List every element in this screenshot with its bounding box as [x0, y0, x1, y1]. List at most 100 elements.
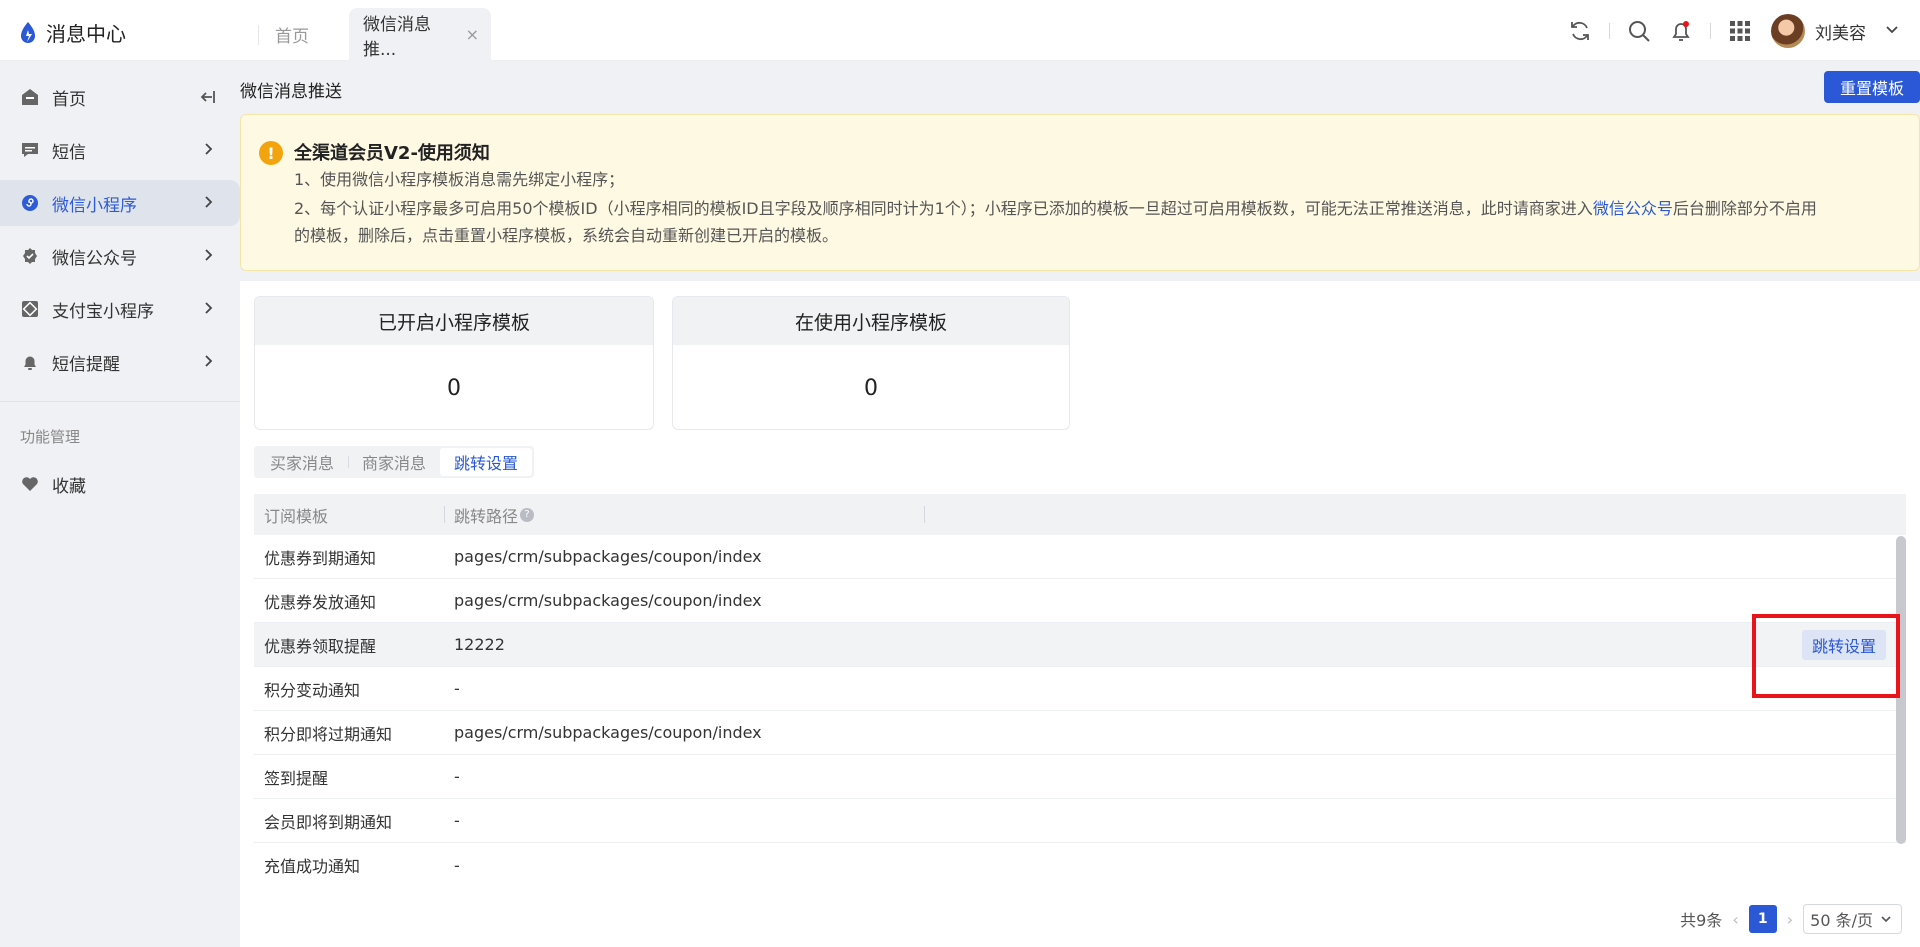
chevron-right-icon [200, 300, 216, 321]
apps-grid-icon[interactable] [1727, 18, 1753, 44]
template-table: 订阅模板 跳转路径 ? 优惠券到期通知 pages/crm/subpackage… [254, 494, 1906, 887]
table-row[interactable]: 优惠券领取提醒 12222 跳转设置 [254, 623, 1906, 667]
chevron-right-icon [200, 247, 216, 268]
sidebar-item-label: 微信公众号 [52, 248, 137, 269]
cell-path: pages/crm/subpackages/coupon/index [454, 723, 762, 742]
column-header-path: 跳转路径 ? [444, 503, 924, 527]
chevron-down-icon [1881, 916, 1891, 923]
sidebar-divider [0, 401, 240, 402]
sidebar-item-label: 支付宝小程序 [52, 301, 154, 322]
cell-path: - [454, 767, 460, 786]
alipay-icon [20, 299, 40, 319]
cell-template: 积分即将过期通知 [264, 724, 393, 744]
wechat-official-link[interactable]: 微信公众号 [1593, 199, 1673, 218]
message-type-segmented: 买家消息 商家消息 跳转设置 [254, 446, 535, 478]
sidebar-item-wechat-mini-program[interactable]: 微信小程序 [0, 180, 240, 226]
sidebar-item-home[interactable]: 首页 [0, 74, 240, 120]
cell-path: pages/crm/subpackages/coupon/index [454, 547, 762, 566]
cell-path: pages/crm/subpackages/coupon/index [454, 591, 762, 610]
table-row[interactable]: 充值成功通知 - [254, 843, 1906, 887]
sidebar-item-label: 收藏 [52, 476, 86, 497]
cell-template: 签到提醒 [264, 768, 329, 788]
reset-template-button[interactable]: 重置模板 [1824, 71, 1920, 103]
cell-path: - [454, 811, 460, 830]
stat-card-enabled-templates: 已开启小程序模板 0 [254, 296, 654, 430]
pagination: 共9条 ‹ 1 › 50 条/页 [1680, 903, 1902, 935]
sidebar-item-label: 首页 [52, 89, 86, 110]
cell-template: 优惠券领取提醒 [264, 636, 377, 656]
table-row[interactable]: 签到提醒 - [254, 755, 1906, 799]
sidebar-item-alipay-mini-program[interactable]: 支付宝小程序 [0, 286, 240, 332]
warning-icon: ! [259, 141, 283, 165]
page-title: 微信消息推送 [240, 82, 342, 102]
tab-home[interactable]: 首页 [259, 8, 325, 61]
tab-label: 首页 [275, 27, 309, 47]
cell-path: - [454, 679, 460, 698]
collapse-sidebar-icon[interactable] [198, 88, 216, 111]
home-icon [20, 87, 40, 107]
user-name[interactable]: 刘美容 [1815, 19, 1866, 44]
stat-value: 0 [864, 375, 878, 401]
table-row[interactable]: 优惠券发放通知 pages/crm/subpackages/coupon/ind… [254, 579, 1906, 623]
sidebar-item-sms[interactable]: 短信 [0, 127, 240, 173]
notice-banner: ! 全渠道会员V2-使用须知 1、使用微信小程序模板消息需先绑定小程序； 2、每… [240, 114, 1920, 271]
table-row[interactable]: 积分变动通知 - [254, 667, 1906, 711]
sidebar-item-wechat-official[interactable]: 微信公众号 [0, 233, 240, 279]
table-row[interactable]: 会员即将到期通知 - [254, 799, 1906, 843]
notice-line-1: 1、使用微信小程序模板消息需先绑定小程序； [294, 170, 625, 189]
segment-merchant-messages[interactable]: 商家消息 [348, 448, 440, 476]
chevron-right-icon [200, 353, 216, 374]
pagination-total: 共9条 [1680, 911, 1723, 930]
content-card: 已开启小程序模板 0 在使用小程序模板 0 买家消息 商家消息 跳转设置 订阅模… [240, 281, 1920, 947]
help-icon[interactable]: ? [520, 507, 535, 522]
cell-path: 12222 [454, 635, 505, 654]
sidebar: 首页 短信 微信小程序 微信公众号 支付宝小程序 短信提醒 功能管理 收藏 [0, 61, 240, 947]
segment-jump-settings[interactable]: 跳转设置 [440, 448, 533, 476]
header-tools: 刘美容 [1567, 12, 1900, 50]
cell-template: 优惠券到期通知 [264, 548, 377, 568]
segment-buyer-messages[interactable]: 买家消息 [256, 448, 348, 476]
notification-bell-icon[interactable] [1668, 18, 1694, 44]
column-divider [924, 506, 925, 523]
chevron-down-icon[interactable] [1884, 21, 1900, 41]
sidebar-item-favorites[interactable]: 收藏 [0, 461, 240, 507]
refresh-icon[interactable] [1567, 18, 1593, 44]
toolbar-divider [1710, 23, 1711, 39]
bell-icon [20, 352, 40, 372]
page-size-value: 50 条/页 [1810, 911, 1873, 930]
section-title-function-management: 功能管理 [20, 428, 81, 446]
sidebar-item-label: 微信小程序 [52, 195, 137, 216]
close-icon[interactable]: × [466, 25, 479, 44]
app-logo-icon [21, 21, 35, 43]
stat-label: 在使用小程序模板 [673, 297, 1069, 345]
heart-icon [20, 474, 40, 494]
page-size-select[interactable]: 50 条/页 [1803, 904, 1902, 934]
table-row[interactable]: 优惠券到期通知 pages/crm/subpackages/coupon/ind… [254, 535, 1906, 579]
mini-program-icon [20, 193, 40, 213]
app-brand[interactable]: 消息中心 [18, 18, 126, 47]
annotation-highlight-box [1752, 614, 1900, 698]
sidebar-item-sms-reminder[interactable]: 短信提醒 [0, 339, 240, 385]
chevron-right-icon [200, 194, 216, 215]
next-page-icon[interactable]: › [1787, 910, 1793, 929]
message-icon [20, 140, 40, 160]
sidebar-item-label: 短信提醒 [52, 354, 120, 375]
tab-wechat-push[interactable]: 微信消息推... × [349, 8, 491, 61]
sidebar-item-label: 短信 [52, 142, 86, 163]
prev-page-icon[interactable]: ‹ [1732, 910, 1738, 929]
table-row[interactable]: 积分即将过期通知 pages/crm/subpackages/coupon/in… [254, 711, 1906, 755]
page-number-current[interactable]: 1 [1748, 905, 1777, 933]
avatar[interactable] [1771, 14, 1805, 48]
notice-line-3: 的模板，删除后，点击重置小程序模板，系统会自动重新创建已开启的模板。 [294, 226, 839, 245]
column-header-template: 订阅模板 [264, 506, 329, 526]
top-bar: 消息中心 首页 微信消息推... × 刘美容 [0, 0, 1920, 61]
cell-template: 充值成功通知 [264, 857, 361, 876]
toolbar-divider [1609, 23, 1610, 39]
notice-line-2: 2、每个认证小程序最多可启用50个模板ID（小程序相同的模板ID且字段及顺序相同… [294, 195, 1904, 222]
column-header-label: 跳转路径 [454, 506, 519, 526]
chevron-right-icon [200, 141, 216, 162]
tab-label: 微信消息推... [363, 14, 431, 60]
search-icon[interactable] [1626, 18, 1652, 44]
stat-label: 已开启小程序模板 [255, 297, 653, 345]
notice-text: 后台删除部分不启用 [1672, 199, 1817, 218]
